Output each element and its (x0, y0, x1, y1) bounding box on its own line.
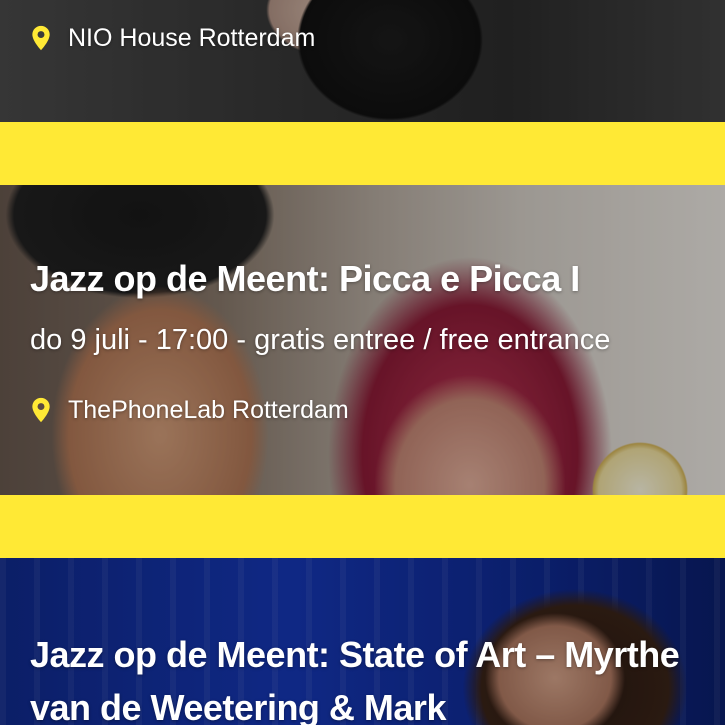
event-card-state-of-art[interactable]: Jazz op de Meent: State of Art – Myrthe … (0, 558, 725, 725)
event-title[interactable]: Jazz op de Meent: Picca e Picca I (30, 255, 705, 303)
event-title[interactable]: Jazz op de Meent: State of Art – Myrthe … (30, 628, 705, 725)
event-location-label: ThePhoneLab Rotterdam (68, 396, 349, 424)
map-pin-icon (32, 397, 50, 423)
yellow-divider (0, 122, 725, 185)
yellow-divider (0, 495, 725, 558)
event-location-label: NIO House Rotterdam (68, 24, 316, 52)
event-card-nio-house[interactable]: NIO House Rotterdam (0, 0, 725, 122)
map-pin-icon (32, 25, 50, 51)
event-location: ThePhoneLab Rotterdam (30, 394, 349, 426)
event-location: NIO House Rotterdam (30, 22, 315, 54)
event-card-picca-e-picca[interactable]: Jazz op de Meent: Picca e Picca I do 9 j… (0, 185, 725, 495)
event-date-time: do 9 juli - 17:00 - gratis entree / free… (30, 324, 611, 356)
